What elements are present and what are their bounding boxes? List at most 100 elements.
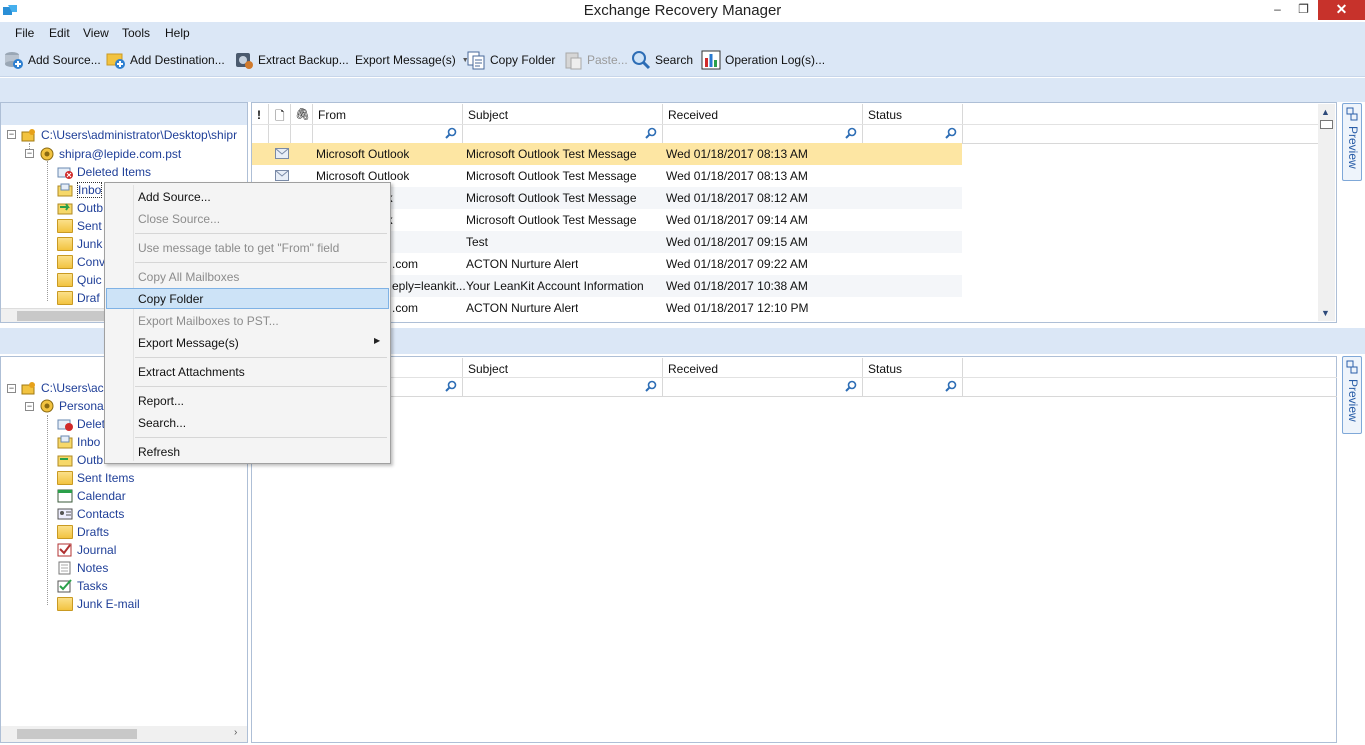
paste-icon xyxy=(565,52,582,70)
cell-subject: ACTON Nurture Alert xyxy=(466,257,579,271)
scrollbar-thumb[interactable] xyxy=(1320,120,1333,129)
folder-icon xyxy=(57,255,73,269)
dest-folder-sent-items[interactable]: Sent Items xyxy=(57,469,134,487)
menu-item-extract-attachments[interactable]: Extract Attachments xyxy=(138,365,245,379)
dest-folder-deleted[interactable]: Delet xyxy=(57,415,105,433)
add-source-button[interactable]: Add Source... xyxy=(4,49,101,71)
column-header-status[interactable]: Status xyxy=(868,362,902,376)
folder-label: Inbo xyxy=(77,182,103,198)
dest-mailbox-node[interactable]: Persona xyxy=(39,397,104,415)
column-header-subject[interactable]: Subject xyxy=(468,362,508,376)
dest-folder-calendar[interactable]: Calendar xyxy=(57,487,126,505)
source-mailbox-node[interactable]: shipra@lepide.com.pst xyxy=(39,145,181,163)
dest-folder-junk-email[interactable]: Junk E-mail xyxy=(57,595,140,613)
column-header-from[interactable]: From xyxy=(318,108,346,122)
extract-backup-button[interactable]: Extract Backup... xyxy=(234,49,349,71)
filter-search-icon[interactable] xyxy=(845,127,857,139)
source-folder-conv[interactable]: Conv xyxy=(57,253,105,271)
horizontal-scrollbar[interactable]: › xyxy=(1,726,247,742)
filter-search-icon[interactable] xyxy=(845,380,857,392)
operation-logs-label: Operation Log(s)... xyxy=(725,53,826,67)
cell-received: Wed 01/18/2017 08:13 AM xyxy=(666,147,808,161)
extract-backup-label: Extract Backup... xyxy=(258,53,349,67)
menu-item-report[interactable]: Report... xyxy=(138,394,184,408)
collapse-toggle[interactable]: − xyxy=(7,384,16,393)
search-icon xyxy=(632,51,651,70)
collapse-toggle[interactable]: − xyxy=(7,130,16,139)
source-folder-junk[interactable]: Junk xyxy=(57,235,102,253)
preview-tab-bottom[interactable]: Preview xyxy=(1342,356,1362,434)
source-root-node[interactable]: C:\Users\administrator\Desktop\shipr xyxy=(21,126,237,144)
menu-help[interactable]: Help xyxy=(165,26,190,40)
filter-search-icon[interactable] xyxy=(645,127,657,139)
maximize-button[interactable]: ❐ xyxy=(1290,0,1317,20)
add-destination-button[interactable]: Add Destination... xyxy=(106,49,225,71)
collapse-toggle[interactable]: − xyxy=(25,402,34,411)
column-header-status[interactable]: Status xyxy=(868,108,902,122)
folder-label: Calendar xyxy=(77,489,126,503)
source-folder-drafts[interactable]: Draf xyxy=(57,289,100,307)
menu-view[interactable]: View xyxy=(83,26,109,40)
menu-item-copy-folder[interactable]: Copy Folder xyxy=(138,292,203,306)
filter-search-icon[interactable] xyxy=(945,127,957,139)
dest-folder-notes[interactable]: Notes xyxy=(57,559,108,577)
source-folder-deleted-items[interactable]: Deleted Items xyxy=(57,163,151,181)
menu-item-export-mailboxes[interactable]: Export Mailboxes to PST... xyxy=(138,314,279,328)
filter-search-icon[interactable] xyxy=(445,127,457,139)
filter-search-icon[interactable] xyxy=(445,380,457,392)
table-row[interactable]: Microsoft Outlook Microsoft Outlook Test… xyxy=(252,143,962,165)
source-root-label: C:\Users\administrator\Desktop\shipr xyxy=(41,128,238,142)
search-button[interactable]: Search xyxy=(631,49,693,71)
importance-column-icon[interactable]: ! xyxy=(257,108,261,122)
menu-item-export-messages[interactable]: Export Message(s) xyxy=(138,336,239,350)
minimize-button[interactable]: – xyxy=(1264,0,1291,20)
cell-from: eply=leankit... xyxy=(392,279,466,293)
scroll-up-icon[interactable]: ▲ xyxy=(1321,107,1330,117)
source-folder-inbox[interactable]: Inbo xyxy=(57,181,103,199)
scrollbar-thumb[interactable] xyxy=(17,311,117,321)
dest-folder-inbox[interactable]: Inbo xyxy=(57,433,100,451)
copy-folder-button[interactable]: Copy Folder xyxy=(466,49,555,71)
source-folder-outbox[interactable]: Outb xyxy=(57,199,103,217)
source-folder-sent[interactable]: Sent xyxy=(57,217,102,235)
folder-label: Contacts xyxy=(77,507,125,521)
menu-file[interactable]: File xyxy=(15,26,34,40)
scrollbar-thumb[interactable] xyxy=(17,729,137,739)
folder-icon xyxy=(57,237,73,251)
paste-button[interactable]: Paste... xyxy=(563,49,628,71)
filter-search-icon[interactable] xyxy=(945,380,957,392)
menu-tools[interactable]: Tools xyxy=(122,26,150,40)
dest-folder-contacts[interactable]: Contacts xyxy=(57,505,124,523)
close-button[interactable]: ✕ xyxy=(1318,0,1365,20)
vertical-scrollbar[interactable]: ▲ ▼ xyxy=(1318,104,1335,321)
menu-item-add-source[interactable]: Add Source... xyxy=(138,190,211,204)
menu-bar: File Edit View Tools Help xyxy=(0,22,1365,44)
dest-folder-journal[interactable]: Journal xyxy=(57,541,116,559)
menu-item-refresh[interactable]: Refresh xyxy=(138,445,180,459)
menu-item-close-source[interactable]: Close Source... xyxy=(138,212,220,226)
filter-search-icon[interactable] xyxy=(645,380,657,392)
dest-folder-outbox[interactable]: Outb xyxy=(57,451,103,469)
preview-tab-top[interactable]: Preview xyxy=(1342,103,1362,181)
attachment-column-icon[interactable]: 🖇 xyxy=(295,107,310,121)
menu-item-search[interactable]: Search... xyxy=(138,416,186,430)
operation-logs-button[interactable]: Operation Log(s)... xyxy=(701,49,825,71)
export-messages-button[interactable]: Export Message(s) ▼ xyxy=(355,49,469,71)
inbox-icon xyxy=(57,435,73,449)
menu-item-use-message-table[interactable]: Use message table to get "From" field xyxy=(138,241,339,255)
dest-root-node[interactable]: C:\Users\ac xyxy=(21,379,104,397)
dest-folder-tasks[interactable]: Tasks xyxy=(57,577,108,595)
collapse-toggle[interactable]: − xyxy=(25,149,34,158)
column-header-received[interactable]: Received xyxy=(668,108,718,122)
menu-item-copy-all-mailboxes[interactable]: Copy All Mailboxes xyxy=(138,270,239,284)
dest-folder-drafts[interactable]: Drafts xyxy=(57,523,109,541)
column-header-subject[interactable]: Subject xyxy=(468,108,508,122)
journal-icon xyxy=(57,543,73,557)
column-header-received[interactable]: Received xyxy=(668,362,718,376)
scroll-right-icon[interactable]: › xyxy=(234,727,237,738)
envelope-icon xyxy=(275,148,289,159)
scroll-down-icon[interactable]: ▼ xyxy=(1321,308,1330,318)
cell-from: .com xyxy=(392,257,419,271)
menu-edit[interactable]: Edit xyxy=(49,26,70,40)
source-folder-quick[interactable]: Quic xyxy=(57,271,102,289)
